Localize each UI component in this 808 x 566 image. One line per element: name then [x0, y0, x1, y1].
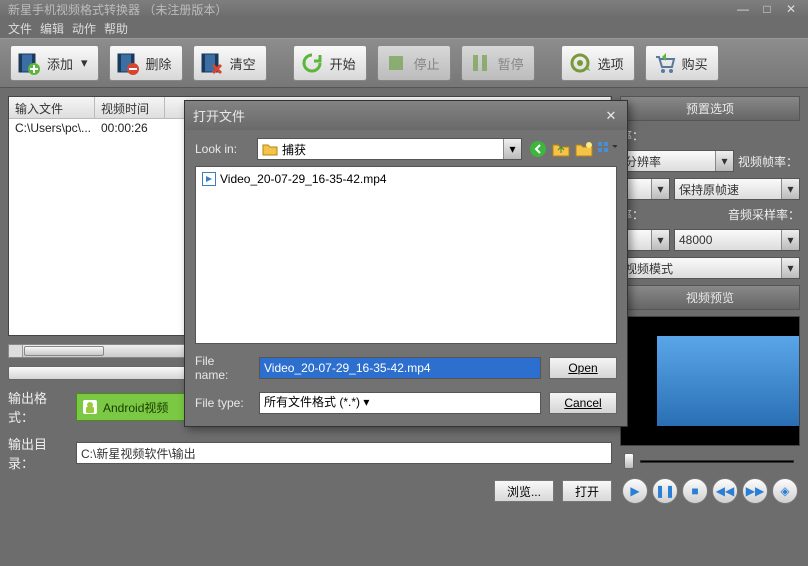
filename-label: File name:	[195, 354, 251, 382]
filetype-select[interactable]: 所有文件格式 (*.*) ▾	[259, 392, 541, 414]
stop-button[interactable]: 停止	[377, 45, 451, 81]
output-format-label: 输出格式：	[8, 388, 70, 426]
open-file-dialog: 打开文件 ✕ Look in: 捕获 ▾ Video_20-07-29_16-3…	[184, 100, 628, 427]
cart-icon	[650, 49, 678, 77]
android-icon	[81, 398, 99, 416]
add-button[interactable]: 添加▾	[10, 45, 99, 81]
seek-slider[interactable]	[620, 456, 800, 466]
dialog-title: 打开文件	[193, 106, 245, 125]
view-menu-icon[interactable]	[597, 139, 617, 159]
cancel-button[interactable]: Cancel	[549, 392, 617, 414]
preview-panel-title: 视频预览	[620, 285, 800, 310]
chevron-down-icon: ▾	[651, 179, 669, 199]
video-mode-select[interactable]: 视频模式▾	[620, 257, 800, 279]
play-button[interactable]: ▶	[622, 478, 648, 504]
menu-edit[interactable]: 编辑	[40, 20, 64, 36]
menu-help[interactable]: 帮助	[104, 20, 128, 36]
delete-button[interactable]: 删除	[109, 45, 183, 81]
pause-button[interactable]: ❚❚	[652, 478, 678, 504]
maximize-icon[interactable]: □	[758, 4, 776, 14]
chevron-down-icon: ▾	[715, 151, 733, 171]
film-clear-icon	[198, 49, 226, 77]
options-button[interactable]: 选项	[561, 45, 635, 81]
resolution-select[interactable]: 分辨率▾	[620, 150, 734, 172]
prev-button[interactable]: ◀◀	[712, 478, 738, 504]
lookin-label: Look in:	[195, 142, 251, 156]
preset-panel-title: 预置选项	[620, 96, 800, 121]
minimize-icon[interactable]: —	[734, 4, 752, 14]
close-icon[interactable]: ✕	[782, 4, 800, 14]
output-dir-label: 输出目录：	[8, 434, 70, 472]
chevron-down-icon: ▾	[781, 179, 799, 199]
output-dir-input[interactable]: C:\新星视频软件\输出	[76, 442, 612, 464]
samplerate-select[interactable]: 48000▾	[674, 229, 800, 251]
start-button[interactable]: 开始	[293, 45, 367, 81]
buy-button[interactable]: 购买	[645, 45, 719, 81]
back-icon[interactable]	[528, 139, 548, 159]
chevron-down-icon: ▾	[651, 230, 669, 250]
col-duration[interactable]: 视频时间	[95, 97, 165, 118]
open-button[interactable]: Open	[549, 357, 617, 379]
col-input[interactable]: 输入文件	[9, 97, 95, 118]
chevron-down-icon: ▾	[781, 258, 799, 278]
fps-select[interactable]: 保持原帧速▾	[674, 178, 800, 200]
list-item[interactable]: Video_20-07-29_16-35-42.mp4	[200, 171, 612, 187]
gear-icon	[566, 49, 594, 77]
pause-icon	[466, 49, 494, 77]
chevron-down-icon: ▾	[503, 139, 521, 159]
film-add-icon	[15, 49, 43, 77]
lookin-select[interactable]: 捕获 ▾	[257, 138, 522, 160]
dropdown-arrow-icon: ▾	[81, 55, 88, 71]
chevron-down-icon: ▾	[781, 230, 799, 250]
stop-icon	[382, 49, 410, 77]
file-list[interactable]: Video_20-07-29_16-35-42.mp4	[195, 166, 617, 344]
stop-button[interactable]: ■	[682, 478, 708, 504]
open-dir-button[interactable]: 打开	[562, 480, 612, 502]
window-title: 新星手机视频格式转换器 （未注册版本）	[8, 1, 227, 18]
dialog-close-icon[interactable]: ✕	[603, 108, 619, 124]
video-file-icon	[202, 172, 216, 186]
browse-button[interactable]: 浏览...	[494, 480, 554, 502]
chevron-down-icon: ▾	[363, 395, 369, 409]
clear-button[interactable]: 清空	[193, 45, 267, 81]
menu-action[interactable]: 动作	[72, 20, 96, 36]
refresh-icon	[298, 49, 326, 77]
film-delete-icon	[114, 49, 142, 77]
folder-icon	[262, 142, 278, 156]
pause-button[interactable]: 暂停	[461, 45, 535, 81]
up-folder-icon[interactable]	[551, 139, 571, 159]
filetype-label: File type:	[195, 396, 251, 410]
snapshot-button[interactable]: ◈	[772, 478, 798, 504]
next-button[interactable]: ▶▶	[742, 478, 768, 504]
new-folder-icon[interactable]	[574, 139, 594, 159]
video-preview	[620, 316, 800, 446]
menu-file[interactable]: 文件	[8, 20, 32, 36]
filename-input[interactable]	[259, 357, 541, 379]
